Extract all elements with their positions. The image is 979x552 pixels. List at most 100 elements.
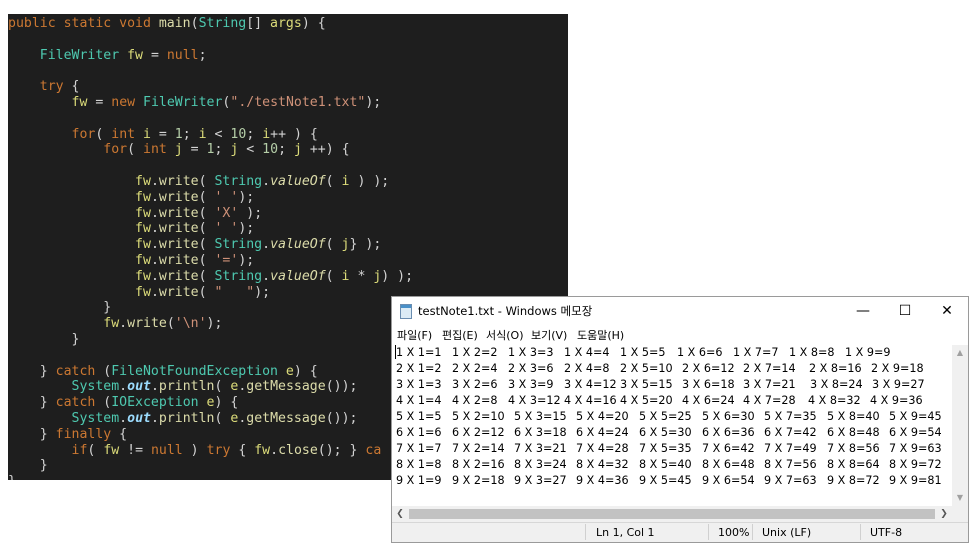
code-line: for( int i = 1; i < 10; i++ ) { [8, 127, 413, 143]
text-cell: 9 X 5=45 [639, 474, 692, 487]
code-token: = [150, 126, 175, 142]
code-line: System.out.println( e.getMessage()); [8, 379, 413, 395]
code-token: '\n' [174, 316, 207, 332]
window-title: testNote1.txt - Windows 메모장 [418, 304, 593, 318]
code-token: out [127, 410, 151, 426]
horizontal-scroll-thumb[interactable] [409, 509, 935, 519]
text-cell: 8 X 4=32 [576, 458, 629, 471]
code-token: ; [278, 142, 294, 158]
code-token: . [119, 379, 128, 395]
text-cell: 1 X 4=4 [564, 346, 610, 359]
text-area[interactable]: 1 X 1=1 1 X 2=2 1 X 3=3 1 X 4=4 1 X 5=5 1 X 6… [393, 345, 958, 505]
code-line: } [8, 474, 413, 480]
code-token: ); [206, 316, 223, 332]
code-token: ( [95, 395, 112, 411]
status-divider [860, 524, 861, 540]
text-cell: 4 X 7=28 [743, 394, 796, 407]
code-line: fw.write( '='); [8, 253, 413, 269]
title-bar[interactable]: testNote1.txt - Windows 메모장 — ☐ ✕ [392, 297, 968, 325]
text-cell: 6 X 5=30 [639, 426, 692, 439]
text-cell: 7 X 2=14 [452, 442, 505, 455]
text-cell: 5 X 6=30 [702, 410, 755, 423]
text-cell: 9 X 2=18 [452, 474, 505, 487]
code-token: for [103, 142, 128, 158]
code-token: ) { [293, 363, 318, 379]
code-area[interactable]: public static void main(String[] args) {… [8, 16, 413, 480]
status-divider [585, 524, 586, 540]
scroll-down-icon[interactable]: ▼ [952, 490, 968, 506]
code-token: . [262, 173, 271, 189]
code-token: 10 [262, 142, 279, 158]
notepad-window[interactable]: testNote1.txt - Windows 메모장 — ☐ ✕ 파일(F) … [391, 296, 969, 543]
code-token: < [238, 142, 263, 158]
vertical-scrollbar[interactable]: ▲ ▼ [952, 345, 968, 506]
scroll-left-icon[interactable]: ❮ [392, 506, 408, 522]
close-button[interactable]: ✕ [926, 297, 968, 325]
code-token: write [158, 205, 199, 221]
minimize-button[interactable]: — [842, 297, 884, 325]
code-token: ()); [325, 379, 358, 395]
code-token: int [111, 126, 144, 142]
code-token: } [8, 300, 112, 316]
code-token: ' ' [214, 189, 239, 205]
code-token: write [158, 173, 199, 189]
text-cell: 6 X 2=12 [452, 426, 505, 439]
text-cell: 6 X 3=18 [514, 426, 567, 439]
code-line: } [8, 300, 413, 316]
code-token: getMessage [246, 410, 326, 426]
menu-view[interactable]: 보기(V) [531, 327, 567, 343]
code-token: fw [135, 268, 151, 284]
code-token: ) { [301, 16, 326, 31]
text-cell: 1 X 9=9 [845, 346, 891, 359]
scroll-up-icon[interactable]: ▲ [952, 345, 968, 361]
code-token: != [119, 442, 151, 458]
code-token: fw [135, 237, 151, 253]
text-line: 9 X 1=9 9 X 2=18 9 X 3=27 9 X 4=36 9 X 5=45 9… [396, 473, 956, 489]
code-token: 1 [206, 142, 215, 158]
text-cell: 7 X 9=63 [889, 442, 942, 455]
menu-format[interactable]: 서식(O) [486, 327, 523, 343]
code-line: fw.write( String.valueOf( j} ); [8, 237, 413, 253]
code-line: } finally { [8, 427, 413, 443]
code-token: FileNotFoundException [111, 363, 286, 379]
code-token: . [119, 410, 128, 426]
code-token: " " [214, 284, 255, 300]
menu-help[interactable]: 도움말(H) [577, 327, 624, 343]
code-token: < [206, 126, 231, 142]
code-token: * [349, 268, 374, 284]
code-token: write [127, 316, 167, 332]
code-token: valueOf [270, 268, 326, 284]
code-line: fw.write('\n'); [8, 316, 413, 332]
text-cell: 1 X 3=3 [508, 346, 554, 359]
code-token: String [198, 16, 247, 31]
menu-edit[interactable]: 편집(E) [442, 327, 478, 343]
code-token: write [158, 284, 199, 300]
code-token: fw [135, 189, 151, 205]
code-token: ( [198, 268, 215, 284]
code-token: null [166, 47, 199, 63]
code-token: ; [182, 126, 199, 142]
text-cell: 9 X 9=81 [889, 474, 942, 487]
code-token: ( [214, 410, 231, 426]
menu-file[interactable]: 파일(F) [397, 327, 432, 343]
code-line: } [8, 458, 413, 474]
code-token: ( [198, 252, 215, 268]
text-cell: 4 X 6=24 [682, 394, 735, 407]
code-token: ( [95, 126, 112, 142]
code-token: ; [198, 47, 207, 63]
maximize-button[interactable]: ☐ [884, 297, 926, 325]
text-cell: 5 X 3=15 [514, 410, 567, 423]
code-line: System.out.println( e.getMessage()); [8, 411, 413, 427]
horizontal-scrollbar[interactable]: ❮ ❯ [392, 506, 952, 522]
text-cell: 9 X 3=27 [514, 474, 567, 487]
scroll-right-icon[interactable]: ❯ [936, 506, 952, 522]
status-encoding: UTF-8 [870, 526, 903, 539]
code-token: 'X' [214, 205, 239, 221]
text-line: 7 X 1=7 7 X 2=14 7 X 3=21 7 X 4=28 7 X 5=35 7… [396, 441, 956, 457]
code-token: catch [55, 363, 96, 379]
code-token: public static void [8, 16, 159, 31]
